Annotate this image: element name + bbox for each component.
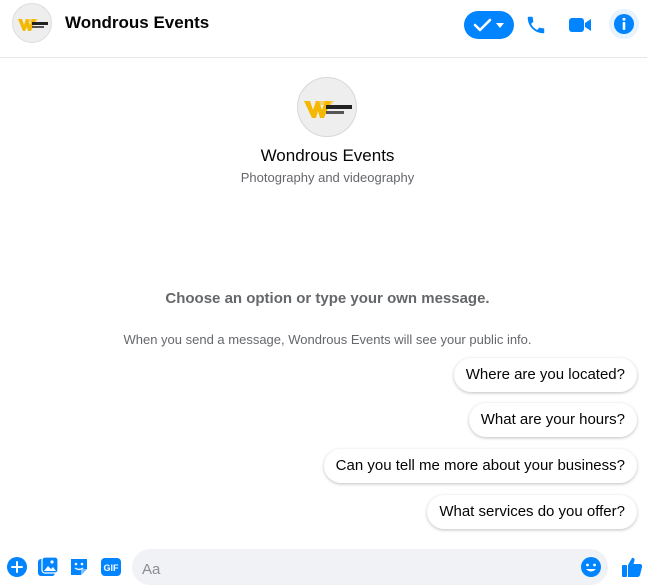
mark-done-dropdown-button[interactable]	[464, 11, 514, 39]
check-dropdown-icon	[473, 18, 504, 32]
quick-reply-services[interactable]: What services do you offer?	[427, 495, 637, 529]
emoji-button[interactable]	[580, 556, 602, 578]
profile-category: Photography and videography	[240, 170, 415, 185]
wondrous-logo-icon	[304, 101, 352, 118]
conversation-info-button[interactable]	[609, 9, 639, 39]
sticker-icon	[71, 559, 87, 575]
info-icon	[614, 14, 634, 34]
quick-reply-location[interactable]: Where are you located?	[453, 358, 637, 392]
sticker-button[interactable]	[68, 556, 90, 578]
attach-photo-button[interactable]	[37, 556, 59, 578]
privacy-note: When you send a message, Wondrous Events…	[123, 332, 532, 347]
more-actions-button[interactable]	[6, 556, 28, 578]
video-camera-icon	[569, 18, 591, 32]
gif-label: GIF	[104, 563, 120, 573]
message-input[interactable]	[132, 549, 608, 585]
profile-name[interactable]: Wondrous Events	[0, 146, 647, 166]
thumbs-up-icon	[622, 557, 643, 577]
page-title[interactable]: Wondrous Events	[65, 13, 209, 33]
emoji-icon	[581, 557, 601, 577]
quick-reply-business[interactable]: Can you tell me more about your business…	[323, 449, 637, 483]
wondrous-logo-icon	[18, 19, 48, 31]
voice-call-button[interactable]	[522, 11, 550, 39]
profile-avatar[interactable]	[297, 77, 357, 137]
quick-reply-hours[interactable]: What are your hours?	[468, 403, 637, 437]
plus-icon	[7, 557, 27, 577]
gif-button[interactable]: GIF	[100, 556, 122, 578]
gif-icon: GIF	[101, 558, 121, 576]
send-like-button[interactable]	[620, 555, 644, 579]
conversation-header: Wondrous Events	[0, 0, 647, 58]
video-call-button[interactable]	[566, 11, 594, 39]
page-avatar[interactable]	[12, 3, 52, 43]
phone-icon	[527, 16, 545, 34]
photo-icon	[38, 556, 59, 576]
quick-reply-prompt: Choose an option or type your own messag…	[165, 290, 490, 307]
